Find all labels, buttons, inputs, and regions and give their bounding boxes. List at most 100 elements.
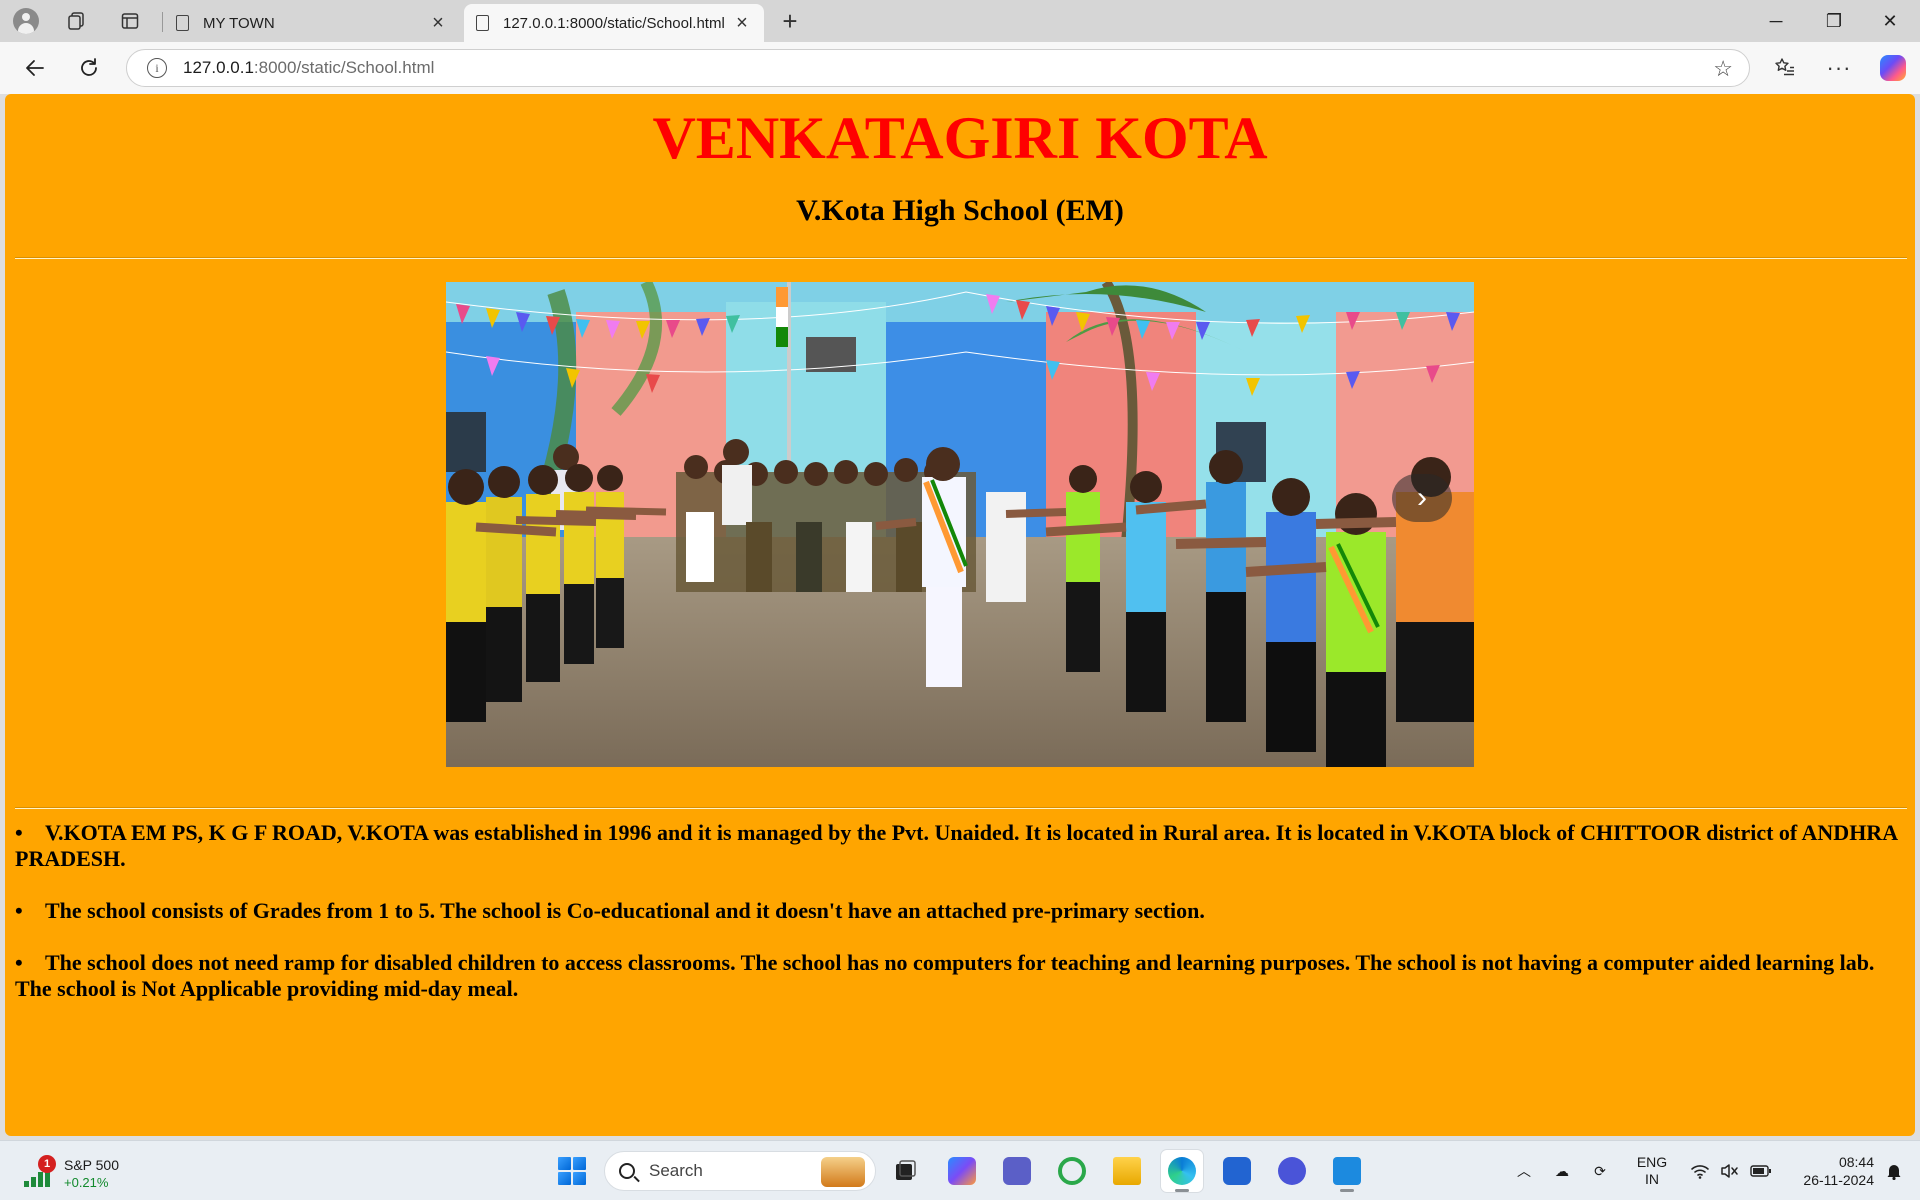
taskbar-file-explorer[interactable] <box>1106 1150 1148 1192</box>
chevron-right-icon: › <box>1417 481 1427 514</box>
windows-logo-icon <box>558 1157 586 1185</box>
clock-date: 26-11-2024 <box>1803 1172 1874 1188</box>
info-text: The school consists of Grades from 1 to … <box>45 898 1205 923</box>
browser-tab-bar: MY TOWN × 127.0.0.1:8000/static/School.h… <box>0 0 1920 42</box>
app-icon <box>1278 1157 1306 1185</box>
clock-time: 08:44 <box>1838 1154 1874 1170</box>
task-view-button[interactable] <box>884 1150 926 1192</box>
taskbar-edge[interactable] <box>1161 1150 1203 1192</box>
browser-toolbar: i 127.0.0.1:8000/static/School.html ☆ ··… <box>0 42 1920 94</box>
stocks-widget[interactable]: 1 S&P 500 +0.21% <box>20 1149 140 1193</box>
page-subtitle: V.Kota High School (EM) <box>796 194 1124 227</box>
minimize-button[interactable]: ─ <box>1748 0 1804 42</box>
reload-icon <box>81 58 97 76</box>
divider <box>15 807 1907 809</box>
address-url: 127.0.0.1:8000/static/School.html <box>183 58 434 78</box>
active-indicator <box>1175 1189 1189 1192</box>
page-title: VENKATAGIRI KOTA <box>652 105 1268 171</box>
search-placeholder: Search <box>649 1161 703 1180</box>
address-bar[interactable]: i 127.0.0.1:8000/static/School.html ☆ <box>126 49 1750 87</box>
favorites-list-icon <box>1775 58 1794 76</box>
onedrive-icon[interactable]: ☁ <box>1546 1141 1578 1200</box>
page-viewport: VENKATAGIRI KOTA V.Kota High School (EM) <box>5 94 1915 1136</box>
reload-button[interactable] <box>72 51 106 85</box>
bullet: • <box>15 950 23 975</box>
tab-actions-icon <box>121 13 139 29</box>
profile-avatar-icon <box>13 8 39 34</box>
notification-bell-icon[interactable] <box>1876 1141 1912 1200</box>
favorite-star-icon[interactable]: ☆ <box>1713 56 1733 82</box>
list-item: • The school does not need ramp for disab… <box>15 950 1907 1002</box>
windows-taskbar: 1 S&P 500 +0.21% Search ︿ ☁ ⟳ ENG IN 08:… <box>0 1140 1920 1200</box>
back-button[interactable] <box>18 51 52 85</box>
lang-bottom: IN <box>1645 1171 1659 1187</box>
tab-my-town[interactable]: MY TOWN × <box>164 4 460 42</box>
copilot-icon <box>1880 55 1906 81</box>
favorites-button[interactable] <box>1768 51 1802 85</box>
tab-title: 127.0.0.1:8000/static/School.html <box>503 14 725 32</box>
battery-icon[interactable] <box>1746 1141 1776 1200</box>
url-host: 127.0.0.1 <box>183 58 254 77</box>
bullet: • <box>15 820 23 845</box>
taskbar-app-purple[interactable] <box>1271 1150 1313 1192</box>
page-icon <box>476 15 489 31</box>
widget-name: S&P 500 <box>64 1157 120 1173</box>
taskbar-copilot[interactable] <box>941 1150 983 1192</box>
taskbar-store[interactable] <box>1216 1150 1258 1192</box>
search-icon <box>619 1163 635 1179</box>
school-celebration-photo <box>446 282 1474 767</box>
school-info-list: • V.KOTA EM PS, K G F ROAD, V.KOTA was es… <box>15 820 1907 1028</box>
task-view-icon <box>896 1160 916 1180</box>
info-text: V.KOTA EM PS, K G F ROAD, V.KOTA was est… <box>15 820 1897 871</box>
taskbar-vscode[interactable] <box>1326 1150 1368 1192</box>
carousel-next-button[interactable]: › <box>1392 474 1452 522</box>
site-info-icon[interactable]: i <box>147 58 167 78</box>
profile-button[interactable] <box>10 6 42 36</box>
list-item: • V.KOTA EM PS, K G F ROAD, V.KOTA was es… <box>15 820 1907 872</box>
list-item: • The school consists of Grades from 1 to… <box>15 898 1907 924</box>
taskbar-search[interactable]: Search <box>604 1151 876 1191</box>
vscode-icon <box>1333 1157 1361 1185</box>
wifi-icon[interactable] <box>1686 1141 1714 1200</box>
copilot-app-icon <box>948 1157 976 1185</box>
info-text: The school does not need ramp for disabl… <box>15 950 1875 1001</box>
input-language-button[interactable]: ENG IN <box>1630 1141 1674 1200</box>
new-tab-button[interactable]: + <box>774 6 806 36</box>
taskbar-app-green[interactable] <box>1051 1150 1093 1192</box>
maximize-button[interactable]: ❐ <box>1806 0 1862 42</box>
url-path: :8000/static/School.html <box>253 58 435 77</box>
tab-title: MY TOWN <box>203 14 275 32</box>
teams-icon <box>1003 1157 1031 1185</box>
circle-app-icon <box>1058 1157 1086 1185</box>
tab-close-button[interactable]: × <box>732 12 752 35</box>
close-window-button[interactable]: ✕ <box>1862 0 1918 42</box>
edge-icon <box>1168 1157 1196 1185</box>
running-indicator <box>1340 1189 1354 1192</box>
copilot-button[interactable] <box>1876 51 1910 85</box>
widget-value: +0.21% <box>64 1175 109 1190</box>
tab-separator <box>162 12 163 32</box>
workspaces-button[interactable] <box>60 6 92 36</box>
more-options-button[interactable]: ··· <box>1822 51 1856 85</box>
taskbar-teams[interactable] <box>996 1150 1038 1192</box>
store-icon <box>1223 1157 1251 1185</box>
chevron-up-icon: ︿ <box>1517 1163 1531 1179</box>
notification-badge: 1 <box>38 1155 56 1173</box>
search-highlight-icon <box>821 1157 865 1187</box>
divider <box>15 257 1907 259</box>
school-photo-carousel[interactable]: › <box>446 282 1474 767</box>
bullet: • <box>15 898 23 923</box>
workspaces-icon <box>68 12 84 30</box>
folder-icon <box>1113 1157 1141 1185</box>
volume-muted-icon[interactable] <box>1716 1141 1744 1200</box>
sync-icon[interactable]: ⟳ <box>1584 1141 1616 1200</box>
show-hidden-icons-button[interactable]: ︿ <box>1508 1141 1540 1200</box>
back-arrow-icon <box>26 60 44 76</box>
tab-close-button[interactable]: × <box>428 12 448 35</box>
page-icon <box>176 15 189 31</box>
lang-top: ENG <box>1636 1154 1668 1170</box>
start-button[interactable] <box>551 1150 593 1192</box>
tab-actions-button[interactable] <box>114 6 146 36</box>
tab-school[interactable]: 127.0.0.1:8000/static/School.html × <box>464 4 764 42</box>
clock[interactable]: 08:44 26-11-2024 <box>1782 1141 1874 1200</box>
